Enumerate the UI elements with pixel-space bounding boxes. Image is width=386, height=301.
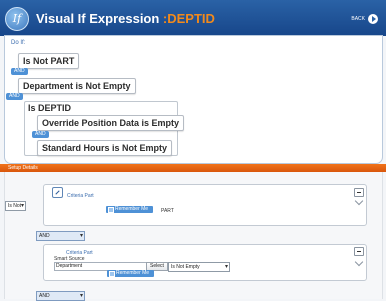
setup-details-bar: Setup Details <box>0 164 386 172</box>
and-connector-3[interactable]: AND <box>32 131 49 138</box>
page-title: Visual If Expression :DEPTID <box>36 11 215 26</box>
remember-me-button-1[interactable]: Remember Me <box>106 206 154 213</box>
back-label[interactable]: BACK <box>351 16 365 22</box>
collapse-icon[interactable] <box>354 188 364 197</box>
setup-details-label: Setup Details <box>8 165 38 171</box>
is-not-select[interactable]: Is Not <box>5 201 26 211</box>
header-bar: If Visual If Expression :DEPTID BACK <box>0 0 386 36</box>
if-logo-icon: If <box>5 7 29 31</box>
edit-icon[interactable] <box>52 187 63 198</box>
criteria-1-value: PART <box>161 208 174 214</box>
operator-select[interactable]: Is Not Empty <box>168 262 230 272</box>
and-connector-2[interactable]: AND <box>6 93 23 100</box>
page-title-field: :DEPTID <box>162 11 215 26</box>
criteria-1-title: Criteria Part <box>67 193 94 199</box>
logic-select-2[interactable]: AND <box>36 291 85 301</box>
collapse-icon-2[interactable] <box>354 247 364 256</box>
logic-select-1[interactable]: AND <box>36 231 85 241</box>
do-if-label: Do If: <box>11 40 26 46</box>
back-arrow-icon[interactable] <box>368 14 378 24</box>
condition-is-not-part[interactable]: Is Not PART <box>18 53 80 69</box>
group-title: Is DEPTID <box>28 103 72 113</box>
condition-standard-hours-not-empty[interactable]: Standard Hours is Not Empty <box>37 140 173 156</box>
criteria-box-1 <box>43 184 367 226</box>
condition-override-position-empty[interactable]: Override Position Data is Empty <box>37 115 185 131</box>
page-title-text: Visual If Expression <box>36 11 163 26</box>
remember-me-button-2[interactable]: Remember Me <box>107 270 155 277</box>
and-connector-1[interactable]: AND <box>11 68 28 75</box>
condition-department-not-empty[interactable]: Department is Not Empty <box>18 78 136 94</box>
